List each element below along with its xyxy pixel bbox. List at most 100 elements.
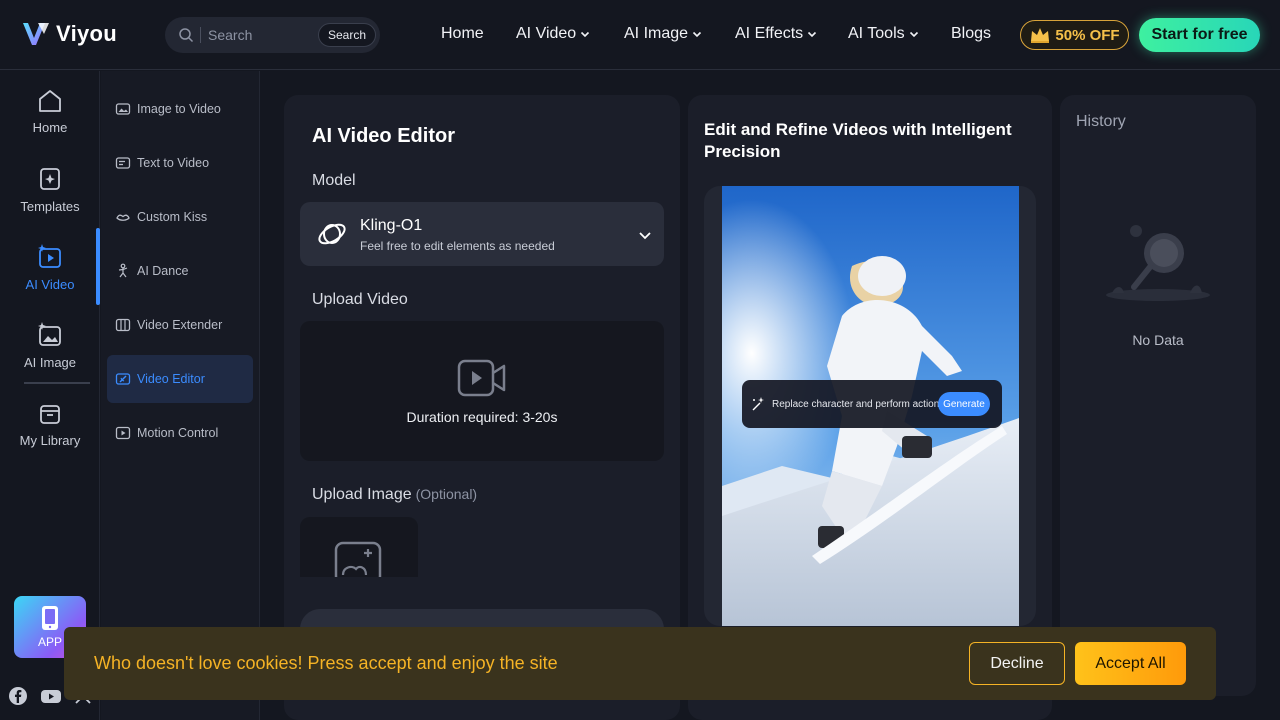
nav-ai-image[interactable]: AI Image bbox=[624, 25, 702, 43]
nav-ai-video[interactable]: AI Video bbox=[516, 25, 590, 43]
promo-text: 50% OFF bbox=[1055, 26, 1120, 44]
top-header: Viyou Search Search Home AI Video AI Ima… bbox=[0, 0, 1280, 70]
search-button[interactable]: Search bbox=[318, 23, 376, 47]
duration-requirement: Duration required: 3-20s bbox=[406, 409, 558, 425]
templates-icon bbox=[40, 168, 60, 190]
search-bar[interactable]: Search Search bbox=[165, 17, 380, 53]
chevron-down-icon bbox=[639, 232, 651, 240]
rail-item-templates[interactable]: Templates bbox=[0, 165, 100, 214]
discount-badge[interactable]: 50% OFF bbox=[1020, 20, 1129, 50]
home-icon bbox=[39, 90, 61, 112]
chevron-down-icon bbox=[581, 31, 590, 38]
upload-image-label: Upload Image (Optional) bbox=[312, 486, 477, 504]
video-extender-icon bbox=[115, 318, 131, 332]
dance-icon bbox=[118, 263, 128, 278]
ai-video-icon bbox=[38, 244, 61, 268]
library-icon bbox=[40, 405, 60, 424]
history-panel: History No Data bbox=[1060, 95, 1256, 696]
chevron-down-icon bbox=[692, 31, 702, 38]
upload-video-dropzone[interactable]: Duration required: 3-20s bbox=[300, 321, 664, 461]
video-camera-icon bbox=[457, 359, 506, 397]
submenu-image-to-video[interactable]: Image to Video bbox=[107, 85, 253, 133]
submenu-video-editor[interactable]: Video Editor bbox=[107, 355, 253, 403]
model-name: Kling-O1 bbox=[360, 217, 423, 234]
chevron-down-icon bbox=[909, 31, 918, 38]
preview-title: Edit and Refine Videos with Intelligent … bbox=[704, 120, 1012, 161]
nav-blogs[interactable]: Blogs bbox=[951, 25, 991, 43]
submenu-label: Text to Video bbox=[137, 156, 210, 170]
model-select[interactable]: Kling-O1 Feel free to edit elements as n… bbox=[300, 202, 664, 266]
nav-label: AI Effects bbox=[735, 25, 804, 42]
submenu-label: Image to Video bbox=[137, 102, 221, 116]
page-title: AI Video Editor bbox=[312, 125, 455, 147]
demo-generate-button[interactable]: Generate bbox=[938, 392, 990, 416]
chevron-down-icon bbox=[808, 31, 817, 38]
add-image-icon bbox=[334, 541, 382, 577]
start-for-free-button[interactable]: Start for free bbox=[1139, 18, 1260, 52]
video-editor-icon bbox=[115, 373, 131, 385]
cookie-message: Who doesn't love cookies! Press accept a… bbox=[94, 653, 558, 673]
brand-name: Viyou bbox=[56, 21, 118, 46]
rail-item-ai-video[interactable]: AI Video bbox=[0, 243, 100, 292]
nav-label: AI Video bbox=[516, 25, 577, 42]
submenu-label: Video Extender bbox=[137, 318, 223, 332]
upload-image-dropzone[interactable] bbox=[300, 517, 418, 577]
submenu-motion-control[interactable]: Motion Control bbox=[107, 409, 253, 457]
no-data-icon bbox=[1106, 225, 1210, 301]
rail-divider bbox=[24, 382, 90, 384]
youtube-icon[interactable] bbox=[40, 686, 62, 706]
submenu-text-to-video[interactable]: Text to Video bbox=[107, 139, 253, 187]
rail-item-home[interactable]: Home bbox=[0, 88, 100, 135]
submenu-label: AI Dance bbox=[137, 264, 189, 278]
search-separator bbox=[200, 27, 201, 43]
search-icon bbox=[179, 28, 194, 43]
submenu-ai-dance[interactable]: AI Dance bbox=[107, 247, 253, 295]
submenu-label: Video Editor bbox=[137, 372, 205, 386]
nav-label: AI Image bbox=[624, 25, 689, 42]
kling-model-icon bbox=[318, 223, 346, 245]
search-input[interactable]: Search bbox=[208, 27, 252, 43]
kiss-icon bbox=[116, 214, 130, 221]
optional-tag: (Optional) bbox=[415, 486, 478, 502]
empty-state-text: No Data bbox=[1132, 332, 1184, 348]
preview-frame: Replace character and perform action Gen… bbox=[704, 186, 1036, 626]
submenu-label: Motion Control bbox=[137, 426, 219, 440]
image-to-video-icon bbox=[115, 103, 131, 115]
accept-all-button[interactable]: Accept All bbox=[1075, 642, 1186, 685]
rail-label: Templates bbox=[20, 199, 80, 214]
nav-label: Home bbox=[441, 25, 484, 42]
nav-label: Blogs bbox=[951, 25, 992, 42]
cookie-banner: Who doesn't love cookies! Press accept a… bbox=[64, 627, 1216, 700]
rail-item-ai-image[interactable]: AI Image bbox=[0, 321, 100, 370]
rail-label: My Library bbox=[19, 433, 81, 448]
nav-ai-effects[interactable]: AI Effects bbox=[735, 25, 817, 43]
active-indicator bbox=[96, 228, 100, 305]
ai-video-submenu: Image to Video Text to Video Custom Kiss… bbox=[101, 71, 260, 720]
rail-label: AI Image bbox=[23, 355, 77, 370]
rail-label: Home bbox=[32, 120, 68, 135]
prompt-overlay: Replace character and perform action Gen… bbox=[742, 380, 1002, 428]
sparkle-wand-icon bbox=[752, 397, 764, 411]
app-label: APP bbox=[37, 635, 62, 649]
nav-ai-tools[interactable]: AI Tools bbox=[848, 25, 919, 43]
facebook-icon[interactable] bbox=[8, 686, 28, 706]
rail-label: AI Video bbox=[25, 277, 75, 292]
rail-item-my-library[interactable]: My Library bbox=[0, 401, 100, 448]
text-to-video-icon bbox=[115, 157, 131, 169]
logo[interactable]: Viyou bbox=[20, 18, 117, 50]
upload-video-label: Upload Video bbox=[312, 291, 408, 308]
upload-image-title: Upload Image bbox=[312, 486, 412, 503]
submenu-label: Custom Kiss bbox=[137, 210, 208, 224]
nav-home[interactable]: Home bbox=[441, 25, 484, 43]
left-rail: Home Templates AI Video AI Image My Libr… bbox=[0, 71, 100, 720]
model-label: Model bbox=[312, 172, 356, 189]
submenu-custom-kiss[interactable]: Custom Kiss bbox=[107, 193, 253, 241]
crown-icon bbox=[1031, 28, 1050, 43]
submenu-video-extender[interactable]: Video Extender bbox=[107, 301, 253, 349]
ai-image-icon bbox=[38, 322, 61, 346]
history-title: History bbox=[1076, 113, 1126, 130]
model-description: Feel free to edit elements as needed bbox=[360, 239, 555, 253]
decline-button[interactable]: Decline bbox=[969, 642, 1065, 685]
viyou-logo-icon bbox=[23, 23, 49, 45]
nav-label: AI Tools bbox=[848, 25, 905, 42]
